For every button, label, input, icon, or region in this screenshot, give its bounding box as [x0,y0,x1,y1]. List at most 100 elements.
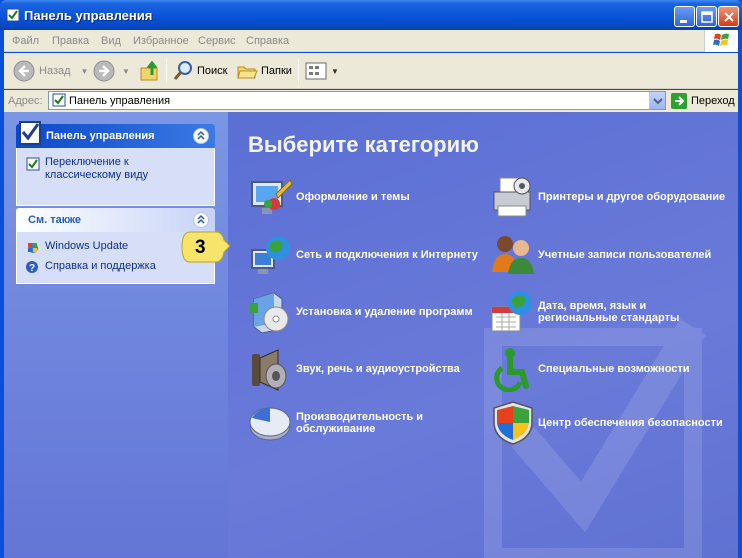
category-label: Производительность и обслуживание [296,411,424,435]
up-folder-icon [140,60,158,81]
classic-view-icon [26,157,40,171]
category-sound-speech[interactable]: Звук, речь и аудиоустройства [248,346,460,392]
toolbar-separator [166,59,167,83]
control-panel-task-panel: Панель управления Переключение к классич… [16,121,215,206]
accessibility-icon [494,348,529,392]
address-input[interactable]: Панель управления [48,91,666,110]
category-label: Дата, время, язык и региональные стандар… [538,300,680,324]
control-panel-panel-title: Панель управления [46,130,155,142]
category-label: Сеть и подключения к Интернету [296,249,478,261]
close-button[interactable] [718,6,739,27]
toolbar-separator [298,59,299,83]
forward-arrow-icon [93,60,115,82]
control-panel-panel-body: Переключение к классическому виду [16,148,215,206]
step-callout-number: 3 [195,237,206,258]
title-bar[interactable]: Панель управления [0,0,742,30]
category-date-time-region[interactable]: Дата, время, язык и региональные стандар… [490,289,728,335]
category-label: Центр обеспечения безопасности [538,417,723,429]
folders-icon [237,66,258,79]
search-button[interactable]: Поиск [172,57,227,85]
category-network-internet[interactable]: Сеть и подключения к Интернету [248,232,478,278]
windows-update-icon [28,243,38,253]
see-also-panel-header[interactable]: См. также [16,208,215,232]
go-arrow-icon [671,92,687,109]
network-internet-icon [251,236,290,274]
forward-button[interactable]: ▼ [92,57,130,85]
menu-view[interactable]: Вид [101,35,121,47]
menu-file[interactable]: Файл [12,35,39,47]
category-printers-hardware[interactable]: Принтеры и другое оборудование [490,174,725,220]
search-label: Поиск [197,65,228,77]
back-button[interactable]: Назад ▼ [12,57,88,85]
category-label: Оформление и темы [296,191,410,203]
views-icon [305,62,327,80]
help-icon: ? [26,261,38,274]
performance-maintenance-icon [249,407,291,441]
menu-edit[interactable]: Правка [52,35,89,47]
go-button[interactable]: Переход [670,91,735,110]
category-add-remove-programs[interactable]: Установка и удаление программ [248,289,473,335]
chevron-down-icon [653,98,663,105]
category-label: Учетные записи пользователей [538,249,712,261]
minimize-icon [680,20,687,23]
menu-bar: Файл Правка Вид Избранное Сервис Справка [4,30,738,52]
category-label: Установка и удаление программ [296,306,473,318]
go-label: Переход [691,94,735,107]
explorer-window: Панель управления Файл Правка Вид Избран… [0,0,742,558]
collapse-button[interactable] [193,128,209,144]
chevron-up-icon [197,214,205,224]
maximize-button[interactable] [696,6,717,27]
help-support-label: Справка и поддержка [45,260,156,272]
menu-tools[interactable]: Сервис [198,35,236,47]
forward-dropdown-icon[interactable]: ▼ [122,67,130,76]
printer-hardware-icon [493,177,531,217]
task-pane: Панель управления Переключение к классич… [4,112,228,558]
security-center-icon [493,401,533,445]
address-bar: Адрес: Панель управления Переход [4,90,738,112]
minimize-button[interactable] [674,6,695,27]
date-time-region-icon [491,291,532,332]
category-label: Звук, речь и аудиоустройства [296,363,460,375]
folders-button[interactable]: Папки [236,57,292,85]
see-also-panel-title: См. также [28,214,81,226]
up-folder-button[interactable] [138,57,162,85]
page-heading: Выберите категорию [248,132,479,157]
help-support-link[interactable]: ? Справка и поддержка [25,260,206,274]
sound-speech-icon [252,349,287,391]
views-dropdown-icon[interactable]: ▼ [331,67,339,76]
category-security-center[interactable]: Центр обеспечения безопасности [490,400,723,446]
back-dropdown-icon[interactable]: ▼ [81,67,89,76]
control-panel-large-icon [19,121,41,145]
control-panel-panel-header[interactable]: Панель управления [16,121,215,148]
category-performance-maintenance[interactable]: Производительность и обслуживание [248,400,486,446]
category-appearance-themes[interactable]: Оформление и темы [248,174,410,220]
add-remove-programs-icon [250,292,289,334]
windows-logo-icon [704,30,738,52]
window-title: Панель управления [24,8,153,23]
maximize-icon [701,11,713,23]
collapse-button[interactable] [193,212,209,228]
category-user-accounts[interactable]: Учетные записи пользователей [490,232,711,278]
user-accounts-icon [492,236,534,274]
windows-update-label: Windows Update [45,240,129,252]
address-value: Панель управления [69,95,171,107]
close-icon [724,12,734,22]
windows-update-link[interactable]: Windows Update [25,240,206,254]
menu-favorites[interactable]: Избранное [133,35,189,47]
address-dropdown-button[interactable] [649,92,665,109]
control-panel-icon [6,8,20,22]
search-icon [173,61,192,80]
address-label: Адрес: [8,95,43,107]
standard-toolbar: Назад ▼ ▼ Поиск Папки ▼ [4,53,738,89]
category-label: Специальные возможности [538,363,690,375]
switch-classic-view-label: Переключение к классическому виду [45,156,149,181]
back-label: Назад [39,65,71,77]
views-button[interactable]: ▼ [304,57,339,85]
menu-help[interactable]: Справка [246,35,289,47]
switch-classic-view-link[interactable]: Переключение к классическому виду [25,156,206,182]
chevron-up-icon [197,130,205,140]
appearance-themes-icon [251,179,293,214]
category-accessibility[interactable]: Специальные возможности [490,346,690,392]
folders-label: Папки [261,65,292,77]
category-label: Принтеры и другое оборудование [538,191,726,203]
